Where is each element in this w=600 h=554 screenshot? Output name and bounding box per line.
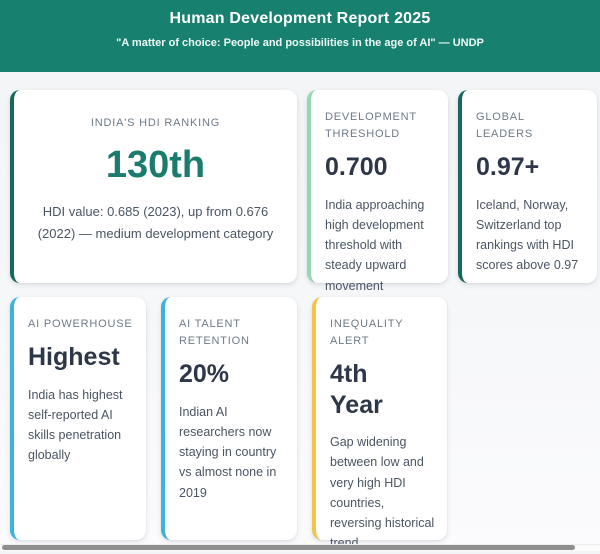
horizontal-scrollbar[interactable]: [0, 544, 600, 551]
report-subtitle: "A matter of choice: People and possibil…: [116, 37, 484, 49]
stats-row-1: INDIA'S HDI RANKING 130th HDI value: 0.6…: [10, 90, 600, 293]
card-ai-talent-retention: AI TALENT RETENTION 20% Indian AI resear…: [161, 297, 297, 540]
report-header: Human Development Report 2025 "A matter …: [0, 0, 600, 72]
card-label: INEQUALITY ALERT: [330, 318, 404, 348]
card-description: Gap widening between low and very high H…: [330, 435, 435, 550]
card-description: Iceland, Norway, Switzerland top ranking…: [476, 197, 579, 273]
card-label: DEVELOPMENT THRESHOLD: [325, 111, 417, 141]
card-label: AI POWERHOUSE: [28, 318, 133, 330]
card-description: Indian AI researchers now staying in cou…: [179, 404, 277, 500]
card-label: AI TALENT RETENTION: [179, 318, 250, 348]
horizontal-scrollbar-thumb[interactable]: [2, 545, 575, 550]
card-value: Highest: [28, 343, 120, 372]
card-label: GLOBAL LEADERS: [476, 111, 533, 141]
card-ai-powerhouse: AI POWERHOUSE Highest India has highest …: [10, 297, 146, 540]
card-label: INDIA'S HDI RANKING: [90, 117, 221, 129]
card-india-hdi-ranking: INDIA'S HDI RANKING 130th HDI value: 0.6…: [10, 90, 297, 283]
stats-row-2: AI POWERHOUSE Highest India has highest …: [10, 297, 600, 550]
card-description: India approaching high development thres…: [325, 197, 425, 293]
card-value: 20%: [179, 360, 230, 389]
card-development-threshold: DEVELOPMENT THRESHOLD 0.700 India approa…: [307, 90, 448, 293]
card-description: HDI value: 0.685 (2023), up from 0.676 (…: [37, 203, 274, 242]
stats-grid: INDIA'S HDI RANKING 130th HDI value: 0.6…: [0, 72, 600, 550]
card-value: 0.97+: [476, 153, 540, 182]
card-description: India has highest self-reported AI skill…: [28, 387, 123, 463]
card-inequality-alert: INEQUALITY ALERT 4th Year Gap widening b…: [312, 297, 447, 550]
report-title: Human Development Report 2025: [169, 10, 431, 27]
card-value: 4th Year: [330, 360, 383, 419]
card-global-leaders: GLOBAL LEADERS 0.97+ Iceland, Norway, Sw…: [458, 90, 597, 283]
hdr-2025-page: Human Development Report 2025 "A matter …: [0, 0, 600, 551]
card-value: 130th: [105, 144, 206, 187]
card-value: 0.700: [325, 153, 388, 182]
